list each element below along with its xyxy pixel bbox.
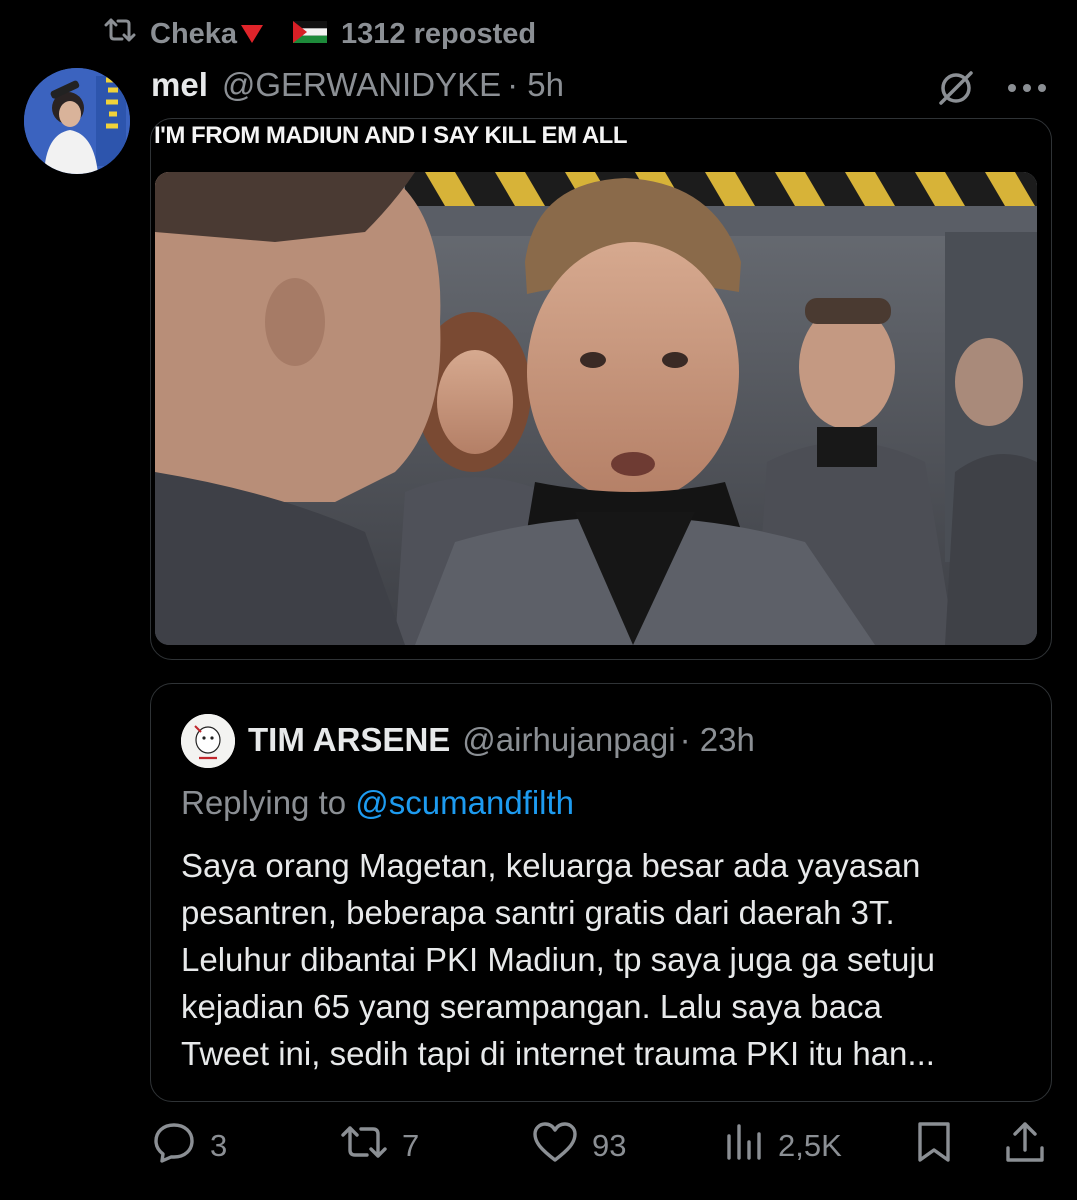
author-display-name[interactable]: mel — [151, 66, 208, 104]
more-options-icon[interactable] — [1004, 66, 1050, 110]
quoted-handle[interactable]: @airhujanpagi — [462, 721, 675, 759]
quoted-text: Saya orang Magetan, keluarga besar ada y… — [181, 842, 1031, 1077]
quoted-display-name[interactable]: TIM ARSENE — [248, 721, 450, 759]
post-time[interactable]: · 5h — [507, 66, 564, 104]
quoted-header: TIM ARSENE @airhujanpagi · 23h — [248, 717, 755, 763]
repost-button[interactable]: 7 — [340, 1116, 419, 1176]
palestine-flag-icon — [293, 18, 328, 51]
quoted-text-line: pesantren, beberapa santri gratis dari d… — [181, 894, 895, 931]
repost-count-action: 7 — [402, 1128, 420, 1163]
author-avatar[interactable] — [24, 68, 130, 174]
like-count: 93 — [592, 1128, 627, 1163]
repost-icon — [104, 16, 136, 52]
repost-icon — [340, 1122, 388, 1170]
reply-count: 3 — [210, 1128, 228, 1163]
bookmark-button[interactable] — [914, 1116, 954, 1176]
quoted-text-line: Leluhur dibantai PKI Madiun, tp saya jug… — [181, 941, 936, 978]
share-button[interactable] — [1004, 1116, 1046, 1176]
quoted-text-line: Saya orang Magetan, keluarga besar ada y… — [181, 847, 921, 884]
quoted-author-avatar[interactable] — [181, 714, 235, 768]
quoted-text-line: Tweet ini, sedih tapi di internet trauma… — [181, 1035, 935, 1072]
views-button[interactable]: 2,5K — [724, 1116, 842, 1176]
share-icon — [1004, 1120, 1046, 1172]
video-caption: I'M FROM MADIUN AND I SAY KILL EM ALL — [154, 122, 627, 149]
views-icon — [724, 1122, 764, 1170]
action-bar: 3 7 93 2,5K — [150, 1116, 1050, 1176]
replying-mention[interactable]: @scumandfilth — [355, 784, 574, 821]
video-still[interactable] — [155, 172, 1037, 645]
heart-icon — [532, 1121, 578, 1171]
repost-count: 1312 reposted — [341, 17, 537, 50]
author-handle[interactable]: @GERWANIDYKE — [222, 66, 501, 104]
views-count: 2,5K — [778, 1128, 842, 1163]
quoted-time[interactable]: · 23h — [680, 721, 755, 759]
bookmark-icon — [914, 1120, 954, 1172]
replying-to: Replying to @scumandfilth — [181, 784, 574, 822]
reply-button[interactable]: 3 — [152, 1116, 227, 1176]
reply-icon — [152, 1120, 196, 1172]
grok-icon[interactable] — [932, 66, 980, 110]
red-triangle-icon — [241, 25, 264, 43]
replying-prefix: Replying to — [181, 784, 347, 821]
post-header: mel @GERWANIDYKE · 5h — [151, 62, 564, 108]
repost-context[interactable]: Cheka 1312 reposted — [104, 14, 536, 54]
repost-user[interactable]: Cheka — [150, 18, 237, 51]
quoted-text-line: kejadian 65 yang serampangan. Lalu saya … — [181, 988, 882, 1025]
like-button[interactable]: 93 — [532, 1116, 626, 1176]
